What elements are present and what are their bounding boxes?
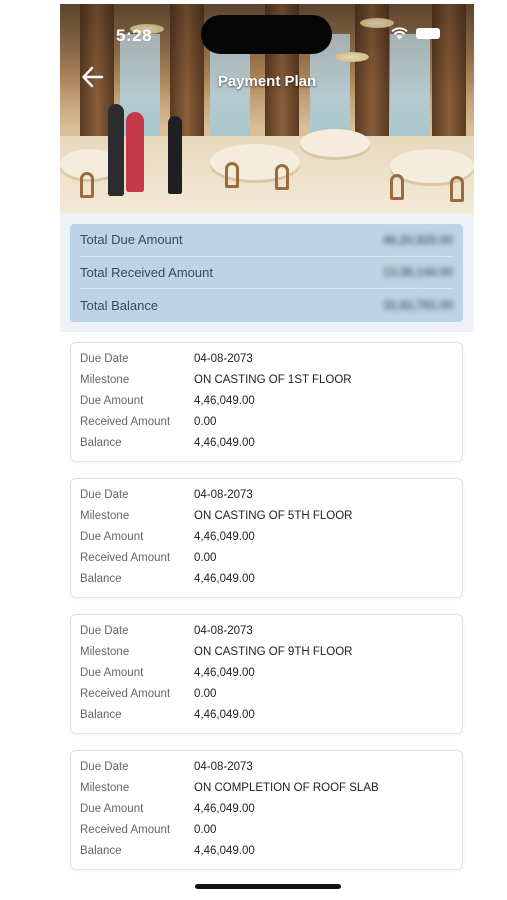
due-date-label: Due Date	[80, 489, 129, 502]
due-date-row: Due Date 04-08-2073	[80, 349, 462, 370]
milestone-value: ON COMPLETION OF ROOF SLAB	[194, 782, 379, 795]
received-amount-row: Received Amount 0.00	[80, 819, 462, 840]
due-amount-value: 4,46,049.00	[194, 666, 255, 679]
milestone-row: Milestone ON COMPLETION OF ROOF SLAB	[80, 778, 462, 799]
wifi-icon	[391, 27, 408, 40]
balance-row: Balance 4,46,049.00	[80, 568, 462, 589]
summary-value: 32,82,781.00	[382, 298, 453, 313]
due-amount-row: Due Amount 4,46,049.00	[80, 527, 462, 548]
due-date-label: Due Date	[80, 761, 129, 774]
balance-value: 4,46,049.00	[194, 708, 255, 721]
installment-card[interactable]: Due Date 04-08-2073 Milestone ON CASTING O…	[70, 342, 463, 462]
due-amount-label: Due Amount	[80, 802, 144, 815]
milestone-label: Milestone	[80, 374, 130, 387]
installment-card[interactable]: Due Date 04-08-2073 Milestone ON CASTING O…	[70, 614, 463, 734]
balance-row: Balance 4,46,049.00	[80, 704, 462, 725]
due-amount-label: Due Amount	[80, 530, 144, 543]
summary-section: Total Due Amount 46,20,925.00 Total Rece…	[60, 214, 474, 332]
milestone-row: Milestone ON CASTING OF 1ST FLOOR	[80, 370, 462, 391]
received-amount-value: 0.00	[194, 687, 217, 700]
due-amount-value: 4,46,049.00	[194, 802, 255, 815]
due-amount-row: Due Amount 4,46,049.00	[80, 663, 462, 684]
received-amount-label: Received Amount	[80, 551, 171, 564]
milestone-value: ON CASTING OF 9TH FLOOR	[194, 646, 353, 659]
home-indicator[interactable]	[195, 884, 341, 889]
due-date-row: Due Date 04-08-2073	[80, 621, 462, 642]
balance-value: 4,46,049.00	[194, 844, 255, 857]
received-amount-row: Received Amount 0.00	[80, 683, 462, 704]
balance-value: 4,46,049.00	[194, 572, 255, 585]
summary-row-total-received: Total Received Amount 13,38,144.00	[80, 257, 453, 289]
milestone-label: Milestone	[80, 782, 130, 795]
summary-label: Total Received Amount	[80, 264, 213, 280]
summary-label: Total Due Amount	[80, 232, 183, 248]
summary-value: 46,20,925.00	[382, 232, 453, 247]
status-bar-icons	[391, 27, 440, 40]
due-amount-label: Due Amount	[80, 394, 144, 407]
due-date-value: 04-08-2073	[194, 489, 253, 502]
milestone-value: ON CASTING OF 1ST FLOOR	[194, 374, 352, 387]
due-amount-label: Due Amount	[80, 666, 144, 679]
due-amount-value: 4,46,049.00	[194, 394, 255, 407]
milestone-label: Milestone	[80, 646, 130, 659]
milestone-value: ON CASTING OF 5TH FLOOR	[194, 510, 353, 523]
summary-row-total-balance: Total Balance 32,82,781.00	[80, 289, 453, 322]
due-date-label: Due Date	[80, 625, 129, 638]
app-screen: 5:28 Payment Plan Total Due Amount 46,20…	[60, 0, 474, 900]
received-amount-label: Received Amount	[80, 415, 171, 428]
balance-label: Balance	[80, 708, 122, 721]
received-amount-row: Received Amount 0.00	[80, 547, 462, 568]
summary-label: Total Balance	[80, 297, 159, 313]
milestone-label: Milestone	[80, 510, 130, 523]
due-amount-value: 4,46,049.00	[194, 530, 255, 543]
due-date-row: Due Date 04-08-2073	[80, 757, 462, 778]
received-amount-label: Received Amount	[80, 687, 171, 700]
milestone-row: Milestone ON CASTING OF 9TH FLOOR	[80, 642, 462, 663]
installment-card[interactable]: Due Date 04-08-2073 Milestone ON CASTING O…	[70, 478, 463, 598]
due-date-label: Due Date	[80, 353, 129, 366]
due-date-row: Due Date 04-08-2073	[80, 485, 462, 506]
page-title: Payment Plan	[217, 73, 317, 90]
due-date-value: 04-08-2073	[194, 625, 253, 638]
milestone-row: Milestone ON CASTING OF 5TH FLOOR	[80, 506, 462, 527]
due-date-value: 04-08-2073	[194, 761, 253, 774]
received-amount-value: 0.00	[194, 415, 217, 428]
received-amount-value: 0.00	[194, 551, 217, 564]
received-amount-value: 0.00	[194, 823, 217, 836]
due-amount-row: Due Amount 4,46,049.00	[80, 799, 462, 820]
due-date-value: 04-08-2073	[194, 353, 253, 366]
summary-value: 13,38,144.00	[382, 265, 453, 280]
balance-label: Balance	[80, 844, 122, 857]
balance-value: 4,46,049.00	[194, 436, 255, 449]
summary-row-total-due: Total Due Amount 46,20,925.00	[80, 224, 453, 257]
balance-row: Balance 4,46,049.00	[80, 840, 462, 861]
dynamic-island	[201, 15, 332, 54]
received-amount-label: Received Amount	[80, 823, 171, 836]
status-bar-time: 5:28	[116, 26, 153, 45]
received-amount-row: Received Amount 0.00	[80, 411, 462, 432]
installment-card[interactable]: Due Date 04-08-2073 Milestone ON COMPLETIO…	[70, 750, 463, 870]
balance-label: Balance	[80, 572, 122, 585]
due-amount-row: Due Amount 4,46,049.00	[80, 391, 462, 412]
balance-label: Balance	[80, 436, 122, 449]
battery-icon	[416, 28, 440, 39]
summary-panel: Total Due Amount 46,20,925.00 Total Rece…	[70, 224, 463, 322]
balance-row: Balance 4,46,049.00	[80, 432, 462, 453]
